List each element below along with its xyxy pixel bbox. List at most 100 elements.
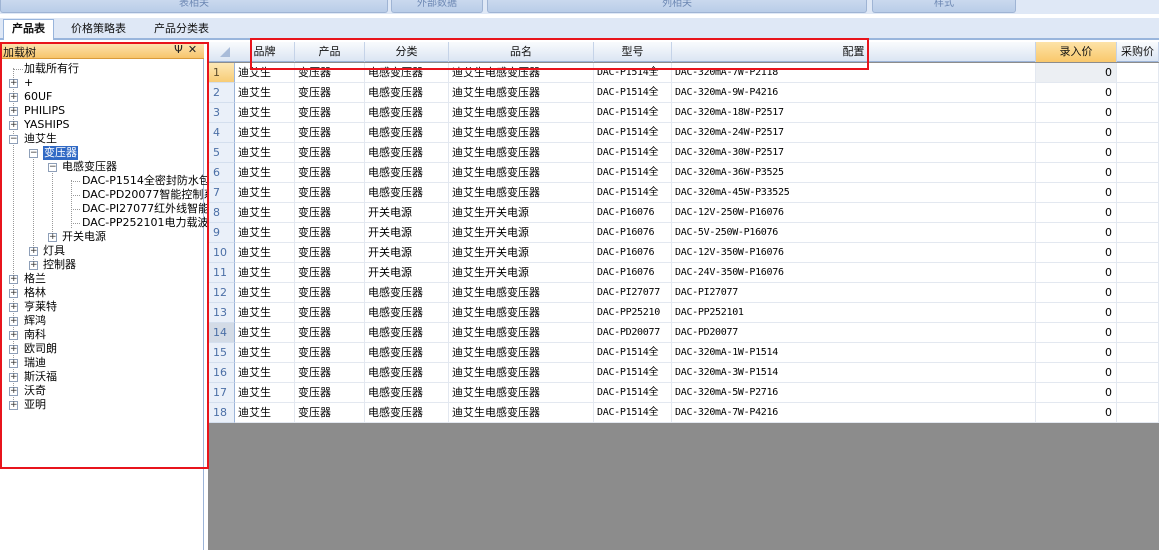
expand-icon[interactable]: + <box>9 401 18 410</box>
tree-node-nanke[interactable]: + 南科 <box>0 328 204 342</box>
cell-brand[interactable]: 迪艾生 <box>235 383 295 403</box>
cell-config[interactable]: DAC-PP252101 <box>672 303 1036 323</box>
cell-model[interactable]: DAC-P1514全 <box>594 63 672 83</box>
tab-product-category[interactable]: 产品分类表 <box>146 20 217 39</box>
expand-icon[interactable]: + <box>9 303 18 312</box>
cell-brand[interactable]: 迪艾生 <box>235 363 295 383</box>
collapse-icon[interactable]: − <box>48 163 57 172</box>
cell-model[interactable]: DAC-P16076 <box>594 243 672 263</box>
cell-name[interactable]: 迪艾生电感变压器 <box>449 383 594 403</box>
expand-icon[interactable]: + <box>48 233 57 242</box>
cell-category[interactable]: 开关电源 <box>365 243 449 263</box>
cell-product[interactable]: 变压器 <box>295 163 365 183</box>
cell-model[interactable]: DAC-P16076 <box>594 263 672 283</box>
table-row[interactable]: 18 迪艾生 变压器 电感变压器 迪艾生电感变压器 DAC-P1514全 DAC-320mA… <box>208 403 1159 423</box>
expand-icon[interactable]: + <box>29 261 38 270</box>
cell-category[interactable]: 电感变压器 <box>365 323 449 343</box>
cell-name[interactable]: 迪艾生开关电源 <box>449 203 594 223</box>
cell-name[interactable]: 迪艾生电感变压器 <box>449 303 594 323</box>
table-row[interactable]: 10 迪艾生 变压器 开关电源 迪艾生开关电源 DAC-P16076 DAC-12V-350… <box>208 243 1159 263</box>
row-number[interactable]: 7 <box>208 183 235 203</box>
cell-purchase-price[interactable] <box>1117 323 1159 343</box>
cell-config[interactable]: DAC-320mA-18W-P2517 <box>672 103 1036 123</box>
cell-name[interactable]: 迪艾生电感变压器 <box>449 183 594 203</box>
ribbon-group-columns[interactable]: 列相关 <box>487 0 867 13</box>
cell-brand[interactable]: 迪艾生 <box>235 243 295 263</box>
cell-model[interactable]: DAC-P1514全 <box>594 183 672 203</box>
row-number[interactable]: 4 <box>208 123 235 143</box>
cell-entry-price[interactable]: 0 <box>1036 223 1117 243</box>
tree-node-switching-power[interactable]: + 开关电源 <box>0 230 204 244</box>
table-row[interactable]: 7 迪艾生 变压器 电感变压器 迪艾生电感变压器 DAC-P1514全 DAC-320mA-… <box>208 183 1159 203</box>
cell-brand[interactable]: 迪艾生 <box>235 263 295 283</box>
cell-config[interactable]: DAC-PI27077 <box>672 283 1036 303</box>
table-row[interactable]: 13 迪艾生 变压器 电感变压器 迪艾生电感变压器 DAC-PP25210 DAC-PP25… <box>208 303 1159 323</box>
cell-product[interactable]: 变压器 <box>295 143 365 163</box>
cell-brand[interactable]: 迪艾生 <box>235 223 295 243</box>
tree-node-philips[interactable]: + PHILIPS <box>0 104 204 118</box>
tree-node-transformer[interactable]: − 变压器 <box>0 146 204 160</box>
tree-node-lamps[interactable]: + 灯具 <box>0 244 204 258</box>
cell-purchase-price[interactable] <box>1117 63 1159 83</box>
tree-node-osram[interactable]: + 欧司朗 <box>0 342 204 356</box>
row-number[interactable]: 17 <box>208 383 235 403</box>
cell-model[interactable]: DAC-PP25210 <box>594 303 672 323</box>
pin-icon[interactable]: Ψ <box>172 43 185 57</box>
cell-config[interactable]: DAC-24V-350W-P16076 <box>672 263 1036 283</box>
cell-model[interactable]: DAC-PD20077 <box>594 323 672 343</box>
cell-category[interactable]: 电感变压器 <box>365 343 449 363</box>
cell-product[interactable]: 变压器 <box>295 183 365 203</box>
cell-entry-price[interactable]: 0 <box>1036 243 1117 263</box>
cell-config[interactable]: DAC-PD20077 <box>672 323 1036 343</box>
cell-entry-price[interactable]: 0 <box>1036 343 1117 363</box>
cell-entry-price[interactable]: 0 <box>1036 323 1117 343</box>
cell-brand[interactable]: 迪艾生 <box>235 203 295 223</box>
cell-category[interactable]: 电感变压器 <box>365 403 449 423</box>
expand-icon[interactable]: + <box>9 79 18 88</box>
cell-name[interactable]: 迪艾生电感变压器 <box>449 363 594 383</box>
cell-product[interactable]: 变压器 <box>295 243 365 263</box>
cell-purchase-price[interactable] <box>1117 403 1159 423</box>
expand-icon[interactable]: + <box>9 317 18 326</box>
select-all-corner[interactable] <box>208 42 235 62</box>
column-header-product[interactable]: 产品 <box>295 42 365 62</box>
table-row[interactable]: 16 迪艾生 变压器 电感变压器 迪艾生电感变压器 DAC-P1514全 DAC-320mA… <box>208 363 1159 383</box>
expand-icon[interactable]: + <box>9 121 18 130</box>
cell-name[interactable]: 迪艾生电感变压器 <box>449 83 594 103</box>
column-header-config[interactable]: 配置 <box>672 42 1036 62</box>
cell-category[interactable]: 电感变压器 <box>365 143 449 163</box>
expand-icon[interactable]: + <box>9 93 18 102</box>
cell-category[interactable]: 电感变压器 <box>365 163 449 183</box>
expand-icon[interactable]: + <box>9 107 18 116</box>
row-number[interactable]: 1 <box>208 63 235 83</box>
cell-name[interactable]: 迪艾生电感变压器 <box>449 143 594 163</box>
table-row[interactable]: 1 迪艾生 变压器 电感变压器 迪艾生电感变压器 DAC-P1514全 DAC-320mA-… <box>208 63 1159 83</box>
cell-entry-price[interactable]: 0 <box>1036 103 1117 123</box>
cell-category[interactable]: 电感变压器 <box>365 83 449 103</box>
cell-product[interactable]: 变压器 <box>295 63 365 83</box>
cell-entry-price[interactable]: 0 <box>1036 183 1117 203</box>
cell-category[interactable]: 电感变压器 <box>365 283 449 303</box>
cell-purchase-price[interactable] <box>1117 183 1159 203</box>
cell-entry-price[interactable]: 0 <box>1036 363 1117 383</box>
cell-model[interactable]: DAC-P1514全 <box>594 343 672 363</box>
cell-name[interactable]: 迪艾生电感变压器 <box>449 103 594 123</box>
cell-name[interactable]: 迪艾生开关电源 <box>449 263 594 283</box>
cell-name[interactable]: 迪艾生电感变压器 <box>449 343 594 363</box>
cell-name[interactable]: 迪艾生开关电源 <box>449 223 594 243</box>
cell-model[interactable]: DAC-PI27077 <box>594 283 672 303</box>
cell-entry-price[interactable]: 0 <box>1036 123 1117 143</box>
tree-node-inductive-transformer[interactable]: − 电感变压器 <box>0 160 204 174</box>
cell-entry-price[interactable]: 0 <box>1036 83 1117 103</box>
cell-model[interactable]: DAC-P1514全 <box>594 123 672 143</box>
cell-brand[interactable]: 迪艾生 <box>235 123 295 143</box>
row-number[interactable]: 18 <box>208 403 235 423</box>
cell-config[interactable]: DAC-320mA-9W-P4216 <box>672 83 1036 103</box>
cell-product[interactable]: 变压器 <box>295 103 365 123</box>
expand-icon[interactable]: + <box>9 373 18 382</box>
row-number[interactable]: 3 <box>208 103 235 123</box>
expand-icon[interactable]: + <box>9 345 18 354</box>
tree-node-controller[interactable]: + 控制器 <box>0 258 204 272</box>
cell-model[interactable]: DAC-P1514全 <box>594 143 672 163</box>
collapse-icon[interactable]: − <box>29 149 38 158</box>
